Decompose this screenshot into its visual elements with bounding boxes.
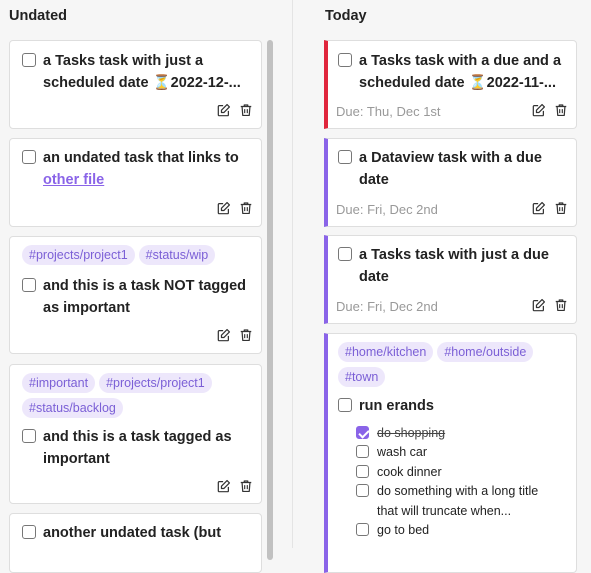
task-checkbox[interactable] <box>338 150 352 164</box>
task-checkbox[interactable] <box>338 398 352 412</box>
task-row: another undated task (but <box>22 522 257 544</box>
column-undated: Undated a Tasks task with just a schedul… <box>0 0 292 573</box>
tag[interactable]: #projects/project1 <box>99 373 212 393</box>
subtask-text: do shopping <box>377 426 446 440</box>
trash-icon[interactable] <box>239 479 253 493</box>
card-actions <box>532 201 568 215</box>
subtask-text: cook dinner <box>377 465 442 479</box>
tag[interactable]: #status/wip <box>138 245 216 265</box>
subtask-row: go to bed <box>356 521 561 541</box>
due-date: Due: Fri, Dec 2nd <box>336 299 438 314</box>
task-card[interactable]: #projects/project1 #status/wip and this i… <box>9 236 262 354</box>
task-card[interactable]: a Tasks task with a due and a scheduled … <box>324 40 577 129</box>
task-text: another undated task (but <box>43 525 222 541</box>
edit-icon[interactable] <box>217 103 231 117</box>
task-text: run erands <box>359 398 434 414</box>
task-text-prefix: an undated task that links to <box>43 150 239 166</box>
tag[interactable]: #home/outside <box>437 342 534 362</box>
task-row: run erands <box>338 395 573 417</box>
tag[interactable]: #projects/project1 <box>22 245 135 265</box>
card-actions <box>217 479 253 493</box>
subtask-text: do something with a long title that will… <box>377 484 539 518</box>
tag[interactable]: #home/kitchen <box>338 342 434 362</box>
card-actions <box>217 201 253 215</box>
task-checkbox[interactable] <box>22 525 36 539</box>
task-text: and this is a task NOT tagged as importa… <box>43 278 247 316</box>
task-card[interactable]: another undated task (but <box>9 513 262 573</box>
task-card[interactable]: an undated task that links to other file <box>9 138 262 227</box>
task-checkbox[interactable] <box>22 150 36 164</box>
card-actions <box>217 328 253 342</box>
task-card[interactable]: a Tasks task with just a scheduled date … <box>9 40 262 129</box>
task-text: an undated task that links to other file <box>43 147 247 191</box>
internal-link[interactable]: other file <box>43 172 104 188</box>
subtask-checkbox[interactable] <box>356 426 369 439</box>
trash-icon[interactable] <box>239 328 253 342</box>
edit-icon[interactable] <box>532 201 546 215</box>
subtask-row: do something with a long title that will… <box>356 482 561 521</box>
trash-icon[interactable] <box>554 298 568 312</box>
scrollbar[interactable] <box>265 40 275 560</box>
task-row: a Tasks task with just a scheduled date … <box>22 50 247 94</box>
edit-icon[interactable] <box>217 201 231 215</box>
edit-icon[interactable] <box>217 328 231 342</box>
due-date: Due: Fri, Dec 2nd <box>336 202 438 217</box>
subtask-text: go to bed <box>377 523 430 537</box>
task-text: a Tasks task with just a due date <box>359 247 549 285</box>
subtask-row: do shopping <box>356 424 561 444</box>
edit-icon[interactable] <box>532 103 546 117</box>
column-title: Undated <box>9 8 67 24</box>
due-date: Due: Thu, Dec 1st <box>336 104 441 119</box>
task-card[interactable]: a Dataview task with a due date Due: Fri… <box>324 138 577 227</box>
column-title: Today <box>325 8 367 24</box>
task-row: a Dataview task with a due date <box>338 147 573 191</box>
task-checkbox[interactable] <box>22 429 36 443</box>
tag[interactable]: #status/backlog <box>22 398 123 418</box>
task-row: an undated task that links to other file <box>22 147 247 191</box>
task-checkbox[interactable] <box>22 53 36 67</box>
task-text: a Tasks task with just a scheduled date … <box>43 53 241 91</box>
task-card[interactable]: a Tasks task with just a due date Due: F… <box>324 235 577 324</box>
trash-icon[interactable] <box>554 201 568 215</box>
task-row: and this is a task NOT tagged as importa… <box>22 275 257 319</box>
subtask-row: wash car <box>356 443 561 463</box>
card-actions <box>532 298 568 312</box>
subtask-checkbox[interactable] <box>356 523 369 536</box>
task-card[interactable]: #home/kitchen #home/outside #town run eran… <box>324 333 577 573</box>
trash-icon[interactable] <box>239 201 253 215</box>
trash-icon[interactable] <box>554 103 568 117</box>
subtask-row: cook dinner <box>356 463 561 483</box>
tag[interactable]: #town <box>338 367 386 387</box>
column-divider <box>292 0 308 548</box>
task-row: a Tasks task with just a due date <box>338 244 573 288</box>
subtask-checkbox[interactable] <box>356 445 369 458</box>
task-text: a Tasks task with a due and a scheduled … <box>359 53 562 91</box>
subtask-checkbox[interactable] <box>356 465 369 478</box>
task-checkbox[interactable] <box>338 247 352 261</box>
task-card[interactable]: #important #projects/project1 #status/back… <box>9 364 262 504</box>
tag[interactable]: #important <box>22 373 96 393</box>
task-row: and this is a task tagged as important <box>22 426 257 470</box>
column-today: Today a Tasks task with a due and a sche… <box>308 0 591 573</box>
tag-list: #important #projects/project1 #status/back… <box>22 373 257 423</box>
edit-icon[interactable] <box>532 298 546 312</box>
trash-icon[interactable] <box>239 103 253 117</box>
card-actions <box>532 103 568 117</box>
task-checkbox[interactable] <box>22 278 36 292</box>
task-row: a Tasks task with a due and a scheduled … <box>338 50 573 94</box>
subtask-checkbox[interactable] <box>356 484 369 497</box>
tag-list: #projects/project1 #status/wip <box>22 245 257 270</box>
card-actions <box>217 103 253 117</box>
task-checkbox[interactable] <box>338 53 352 67</box>
edit-icon[interactable] <box>217 479 231 493</box>
subtask-text: wash car <box>377 445 428 459</box>
task-text: and this is a task tagged as important <box>43 429 232 467</box>
scrollbar-thumb[interactable] <box>267 40 273 560</box>
tag-list: #home/kitchen #home/outside #town <box>338 342 573 392</box>
task-text: a Dataview task with a due date <box>359 150 542 188</box>
